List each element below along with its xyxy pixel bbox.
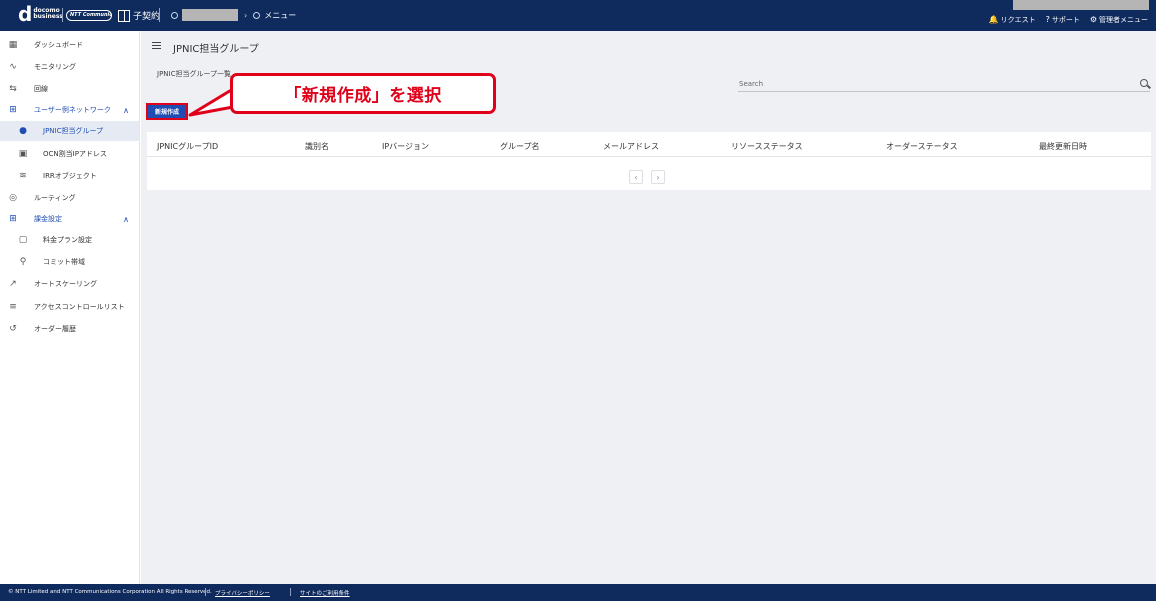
list-title: JPNIC担当グループ一覧 (157, 70, 232, 78)
masked-contract-name (182, 9, 238, 21)
search-icon[interactable] (1140, 79, 1148, 87)
chevron-right-icon: › (244, 10, 248, 20)
instruction-callout: 「新規作成」を選択 (230, 73, 496, 114)
breadcrumb: › メニュー (171, 9, 296, 21)
sidebar-item-irr[interactable]: ≋ IRRオブジェクト (0, 166, 139, 186)
contract-icon (118, 9, 130, 22)
new-create-button[interactable]: 新規作成 (146, 103, 188, 120)
logo-mark: d (18, 2, 33, 26)
sidebar-item-dashboard[interactable]: ▦ ダッシュボード (0, 35, 139, 55)
circle-icon (253, 11, 261, 19)
column-header-ip-version[interactable]: IPバージョン (382, 141, 429, 152)
masked-user-info (1013, 0, 1149, 10)
gear-icon: ⚙ (1089, 15, 1097, 24)
menu-link[interactable]: メニュー (264, 10, 296, 21)
sidebar-item-line[interactable]: ⇆ 回線 (0, 79, 139, 99)
hamburger-menu-icon[interactable] (152, 42, 161, 49)
request-link[interactable]: 🔔 リクエスト (989, 15, 1036, 25)
circle-icon (171, 11, 178, 19)
acl-icon: ≡ (9, 302, 17, 312)
autoscale-icon: ↗ (9, 279, 17, 289)
dashboard-icon: ▦ (8, 40, 18, 50)
chevron-up-icon: ∧ (123, 214, 129, 224)
footer: © NTT Limited and NTT Communications Cor… (0, 584, 1156, 601)
contract-selector[interactable]: 子契約 (118, 9, 160, 22)
sidebar-item-routing[interactable]: ◎ ルーティング (0, 188, 139, 208)
table-header: JPNICグループID 識別名 IPバージョン グループ名 メールアドレス リソ… (147, 132, 1151, 157)
footer-divider (205, 588, 206, 596)
support-link[interactable]: ? サポート (1046, 15, 1080, 25)
sidebar: ▦ ダッシュボード ∿ モニタリング ⇆ 回線 ⊞ ユーザー例ネットワーク ∧ … (0, 31, 140, 584)
ip-icon: ▣ (18, 149, 28, 159)
top-header: d docomo business NTT Communications 子契約… (0, 0, 1156, 31)
sidebar-item-user-network[interactable]: ⊞ ユーザー例ネットワーク ∧ (0, 100, 139, 120)
header-links: 🔔 リクエスト ? サポート ⚙ 管理者メニュー (989, 15, 1148, 25)
search-field[interactable]: Search (738, 77, 1150, 92)
docomo-business-logo[interactable]: d docomo business (18, 4, 63, 24)
privacy-policy-link[interactable]: プライバシーポリシー (215, 589, 270, 597)
sidebar-item-jpnic-group[interactable]: ● JPNIC担当グループ (0, 121, 139, 141)
sidebar-item-billing[interactable]: ⊞ 課金設定 ∧ (0, 209, 139, 229)
column-header-group-name[interactable]: グループ名 (500, 141, 540, 152)
sidebar-item-commit[interactable]: ⚲ コミット帯域 (0, 252, 139, 272)
terms-of-use-link[interactable]: サイトのご利用条件 (300, 589, 350, 597)
previous-page-button[interactable]: ‹ (629, 170, 643, 184)
billing-icon: ⊞ (9, 214, 17, 224)
column-header-resource-status[interactable]: リソースステータス (731, 141, 803, 152)
group-table: JPNICグループID 識別名 IPバージョン グループ名 メールアドレス リソ… (147, 132, 1151, 190)
main-content: JPNIC担当グループ JPNIC担当グループ一覧 新規作成 Search JP… (141, 31, 1156, 584)
sidebar-item-autoscaling[interactable]: ↗ オートスケーリング (0, 274, 139, 294)
column-header-group-id[interactable]: JPNICグループID (157, 141, 218, 152)
sidebar-item-plan[interactable]: ▢ 料金プラン設定 (0, 230, 139, 250)
pagination: ‹ › (629, 170, 665, 184)
routing-icon: ◎ (9, 193, 17, 203)
page-title: JPNIC担当グループ (173, 44, 259, 55)
bell-icon: 🔔 (988, 15, 999, 24)
contract-label: 子契約 (133, 12, 161, 22)
column-header-identifier[interactable]: 識別名 (305, 141, 329, 152)
admin-menu-link[interactable]: ⚙ 管理者メニュー (1090, 15, 1148, 25)
sidebar-item-acl[interactable]: ≡ アクセスコントロールリスト (0, 297, 139, 317)
sidebar-item-ocn-ip[interactable]: ▣ OCN割当IPアドレス (0, 144, 139, 164)
help-icon: ? (1045, 15, 1050, 24)
monitoring-icon: ∿ (9, 62, 17, 72)
header-divider (159, 8, 160, 22)
plan-icon: ▢ (18, 235, 28, 245)
user-icon: ● (19, 126, 27, 136)
line-icon: ⇆ (9, 84, 17, 94)
search-placeholder: Search (739, 80, 764, 88)
copyright-text: © NTT Limited and NTT Communications Cor… (8, 589, 212, 595)
sidebar-item-order-history[interactable]: ↺ オーダー履歴 (0, 319, 139, 339)
next-page-button[interactable]: › (651, 170, 665, 184)
title-bar: JPNIC担当グループ (141, 31, 1156, 61)
ntt-communications-logo: NTT Communications (66, 10, 112, 21)
column-header-email[interactable]: メールアドレス (603, 141, 659, 152)
sidebar-item-monitoring[interactable]: ∿ モニタリング (0, 57, 139, 77)
history-icon: ↺ (9, 324, 17, 334)
column-header-order-status[interactable]: オーダーステータス (886, 141, 958, 152)
footer-divider (290, 588, 291, 596)
network-icon: ⊞ (9, 105, 17, 115)
header-divider (62, 8, 63, 22)
commit-icon: ⚲ (19, 257, 27, 267)
column-header-last-updated[interactable]: 最終更新日時 (1039, 141, 1087, 152)
database-icon: ≋ (19, 171, 27, 181)
logo-line2: business (33, 13, 64, 20)
chevron-up-icon: ∧ (123, 105, 129, 115)
